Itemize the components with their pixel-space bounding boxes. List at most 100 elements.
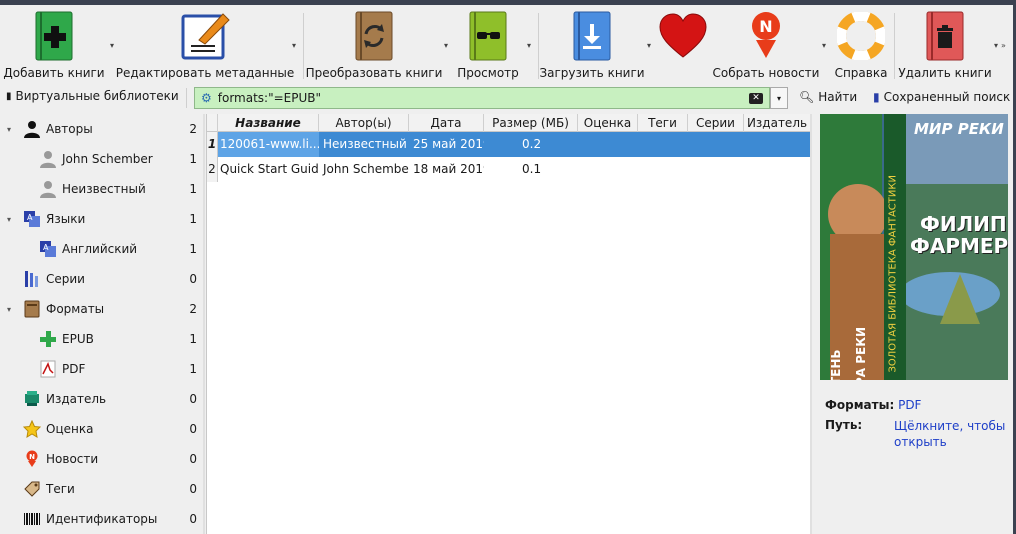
column-header[interactable]: Автор(ы) — [319, 114, 409, 132]
tree-item-count: 0 — [189, 272, 197, 286]
search-input[interactable]: ⚙ formats:"=EPUB" ✕ — [194, 87, 770, 109]
tree-item-label: Новости — [46, 452, 99, 466]
remove-books-dropdown-icon[interactable]: ▾ — [994, 41, 998, 50]
tree-item[interactable]: Серии 0 — [0, 264, 203, 294]
expand-arrow-icon[interactable]: ▾ — [7, 305, 11, 314]
search-history-dropdown[interactable]: ▾ — [770, 87, 788, 109]
remove-books-button[interactable]: Удалить книги — [898, 5, 992, 83]
tree-splitter[interactable] — [203, 114, 205, 534]
table-row[interactable]: Quick Start Guide John Schember 18 май 201… — [218, 157, 811, 182]
tree-item[interactable]: N Новости 0 — [0, 444, 203, 474]
view-dropdown-icon[interactable]: ▾ — [527, 41, 531, 50]
path-link[interactable]: Щёлкните, чтобы открыть — [894, 418, 1005, 450]
book-details-panel: МИР РЕКИ ФИЛИП ФАРМЕР ЗОЛОТАЯ БИБЛИОТЕКА… — [812, 114, 1016, 534]
virtual-libraries-button[interactable]: ▮ Виртуальные библиотеки — [6, 89, 179, 103]
tree-item-label: Теги — [46, 482, 75, 496]
tree-item[interactable]: ▾ Форматы 2 — [0, 294, 203, 324]
row-number[interactable]: 2 — [207, 157, 218, 182]
remove-books-label: Удалить книги — [898, 66, 992, 80]
download-books-dropdown-icon[interactable]: ▾ — [647, 41, 651, 50]
tree-item[interactable]: Теги 0 — [0, 474, 203, 504]
news-icon: N — [739, 9, 793, 63]
person-icon — [22, 119, 42, 139]
tree-item-label: Издатель — [46, 392, 107, 406]
edit-metadata-icon — [178, 9, 232, 63]
tree-item-label: Оценка — [46, 422, 94, 436]
add-books-button[interactable]: Добавить книги — [3, 5, 105, 83]
view-button[interactable]: Просмотр — [456, 5, 520, 83]
edit-metadata-dropdown-icon[interactable]: ▾ — [292, 41, 296, 50]
fetch-news-button[interactable]: N Собрать новости — [713, 5, 819, 83]
tree-item[interactable]: Идентификаторы 0 — [0, 504, 203, 534]
convert-books-button[interactable]: Преобразовать книги — [306, 5, 442, 83]
help-button[interactable]: Справка — [832, 5, 890, 83]
tree-item-count: 0 — [189, 482, 197, 496]
column-header[interactable]: Теги — [638, 114, 688, 132]
book-list-header: Название Автор(ы) Дата Размер (МБ) Оценка Тег… — [207, 114, 811, 132]
tree-item-count: 2 — [189, 122, 197, 136]
cover-spine-text: ЗОЛОТАЯ БИБЛИОТЕКА ФАНТАСТИКИ — [887, 175, 899, 373]
book-cover[interactable]: МИР РЕКИ ФИЛИП ФАРМЕР ЗОЛОТАЯ БИБЛИОТЕКА… — [820, 114, 1008, 380]
tree-item[interactable]: ▾ Авторы 2 — [0, 114, 203, 144]
column-header[interactable]: Серии — [688, 114, 744, 132]
column-header[interactable]: Оценка — [578, 114, 638, 132]
column-header[interactable]: Размер (МБ) — [484, 114, 578, 132]
chevron-down-icon: ▾ — [776, 93, 781, 103]
tag-browser: ▾ Авторы 2 John Schember 1 Неизвестный 1 ▾ A Язык… — [0, 114, 203, 534]
gear-icon[interactable]: ⚙ — [201, 91, 212, 105]
formats-label: Форматы: — [825, 398, 895, 412]
add-books-dropdown-icon[interactable]: ▾ — [110, 41, 114, 50]
language-icon: A — [22, 209, 42, 229]
formats-link[interactable]: PDF — [898, 398, 921, 412]
toolbar-separator — [894, 13, 895, 79]
lifebuoy-icon — [834, 9, 888, 63]
donate-button[interactable] — [656, 5, 710, 83]
find-button[interactable]: 🔍︎ Найти — [799, 90, 857, 104]
tree-item[interactable]: John Schember 1 — [0, 144, 203, 174]
tag-icon — [22, 479, 42, 499]
tree-item-count: 0 — [189, 392, 197, 406]
table-cell-author: John Schember — [323, 162, 409, 176]
column-header[interactable]: Издатель — [744, 114, 811, 132]
download-book-icon — [565, 9, 619, 63]
tree-item[interactable]: Оценка 0 — [0, 414, 203, 444]
tree-item[interactable]: PDF 1 — [0, 354, 203, 384]
book-icon — [22, 299, 42, 319]
tree-item[interactable]: Неизвестный 1 — [0, 174, 203, 204]
column-header[interactable]: Дата — [409, 114, 484, 132]
search-query: formats:"=EPUB" — [217, 91, 322, 105]
tree-item[interactable]: ▾ A Языки 1 — [0, 204, 203, 234]
convert-books-dropdown-icon[interactable]: ▾ — [444, 41, 448, 50]
tree-item[interactable]: A Английский 1 — [0, 234, 203, 264]
saved-search-button[interactable]: ▮ Сохраненный поиск — [873, 90, 1010, 104]
expand-arrow-icon[interactable]: ▾ — [7, 215, 11, 224]
column-header[interactable]: Название — [218, 114, 319, 132]
search-icon: 🔍︎ — [799, 90, 815, 104]
fetch-news-dropdown-icon[interactable]: ▾ — [822, 41, 826, 50]
heart-icon — [656, 9, 710, 63]
tree-item[interactable]: Издатель 0 — [0, 384, 203, 414]
download-books-button[interactable]: Загрузить книги — [539, 5, 645, 83]
toolbar-overflow-icon[interactable]: » — [1001, 41, 1006, 50]
table-cell-size: 0.2 — [522, 137, 542, 151]
tree-item-count: 1 — [189, 182, 197, 196]
expand-arrow-icon[interactable]: ▾ — [7, 125, 11, 134]
header-corner — [207, 114, 218, 132]
edit-metadata-button[interactable]: Редактировать метаданные — [116, 5, 294, 83]
language-icon: A — [38, 239, 58, 259]
person-gray-icon — [38, 179, 58, 199]
row-number[interactable]: 1 — [207, 132, 218, 157]
view-book-icon — [461, 9, 515, 63]
add-books-label: Добавить книги — [3, 66, 105, 80]
download-books-label: Загрузить книги — [539, 66, 645, 80]
person-gray-icon — [38, 149, 58, 169]
table-row[interactable]: 120061-www.li... Неизвестный 25 май 2019 0.… — [218, 132, 811, 157]
svg-text:N: N — [759, 17, 772, 36]
path-label: Путь: — [825, 418, 863, 432]
series-icon — [22, 269, 42, 289]
clear-search-icon[interactable]: ✕ — [749, 92, 763, 104]
tree-item-label: John Schember — [62, 152, 153, 166]
tree-item-label: Авторы — [46, 122, 93, 136]
tree-item-count: 1 — [189, 152, 197, 166]
tree-item[interactable]: EPUB 1 — [0, 324, 203, 354]
